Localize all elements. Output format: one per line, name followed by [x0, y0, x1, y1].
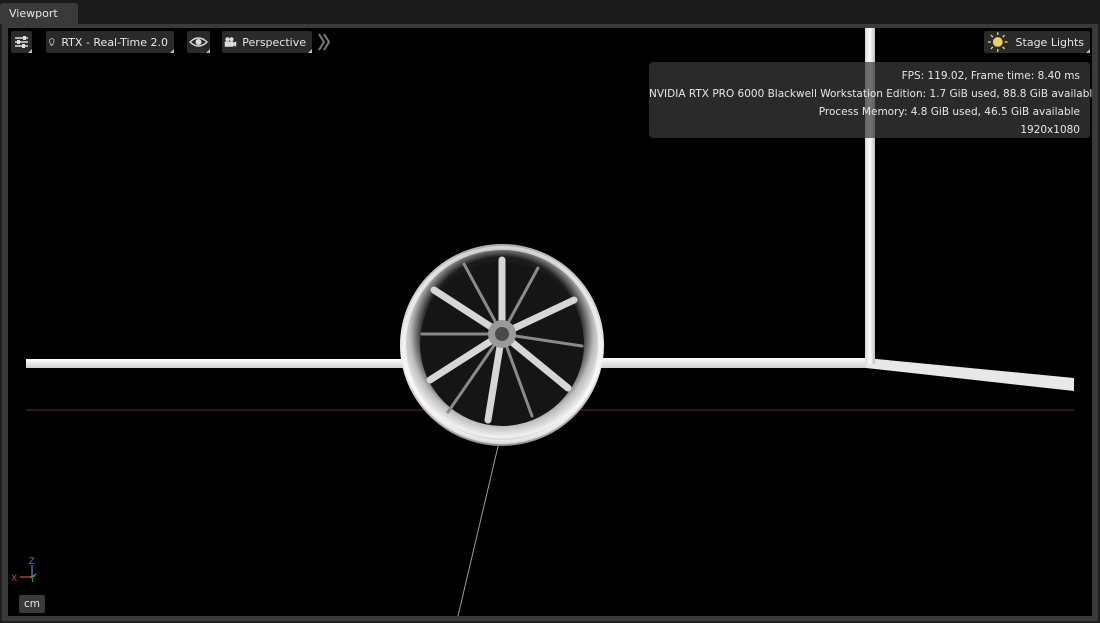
- toolbar-expand-button[interactable]: [317, 31, 331, 53]
- stats-overlay: FPS: 119.02, Frame time: 8.40 ms NVIDIA …: [649, 62, 1092, 138]
- viewport-settings-button[interactable]: [11, 31, 32, 53]
- units-button[interactable]: cm: [19, 595, 45, 613]
- renderer-dropdown[interactable]: RTX - Real-Time 2.0: [46, 31, 174, 53]
- gpu-readout: NVIDIA RTX PRO 6000 Blackwell Workstatio…: [649, 88, 1092, 100]
- camera-dropdown[interactable]: Perspective: [222, 31, 312, 53]
- renderer-label: RTX - Real-Time 2.0: [61, 35, 168, 49]
- tab-viewport[interactable]: Viewport: [0, 3, 78, 24]
- wheel-model: [400, 244, 604, 446]
- axis-z-label: Z: [29, 557, 35, 567]
- sun-icon: [987, 32, 1008, 52]
- tab-bar: Viewport: [0, 0, 1100, 24]
- axis-x-label: X: [11, 574, 17, 584]
- horizontal-bar-right: [598, 358, 870, 368]
- fps-readout: FPS: 119.02, Frame time: 8.40 ms: [901, 70, 1080, 82]
- stage-lights-label: Stage Lights: [1015, 35, 1084, 49]
- movie-camera-icon: [224, 37, 237, 47]
- axis-gizmo: Z X Y: [11, 557, 37, 584]
- diagonal-bar: [866, 358, 1074, 391]
- viewport-canvas[interactable]: RTX - Real-Time 2.0 Perspective Stage Li…: [8, 28, 1092, 616]
- stage-lights-dropdown[interactable]: Stage Lights: [984, 31, 1090, 53]
- axis-y-label: Y: [29, 575, 35, 584]
- memory-readout: Process Memory: 4.8 GiB used, 46.5 GiB a…: [818, 106, 1080, 118]
- y-axis-line: [457, 437, 501, 616]
- chevron-double-right-icon: [318, 33, 331, 51]
- resolution-readout: 1920x1080: [1020, 124, 1080, 136]
- visibility-button[interactable]: [187, 31, 210, 53]
- camera-label: Perspective: [242, 35, 306, 49]
- lightbulb-icon: [49, 38, 55, 46]
- horizontal-bar-left: [26, 359, 428, 368]
